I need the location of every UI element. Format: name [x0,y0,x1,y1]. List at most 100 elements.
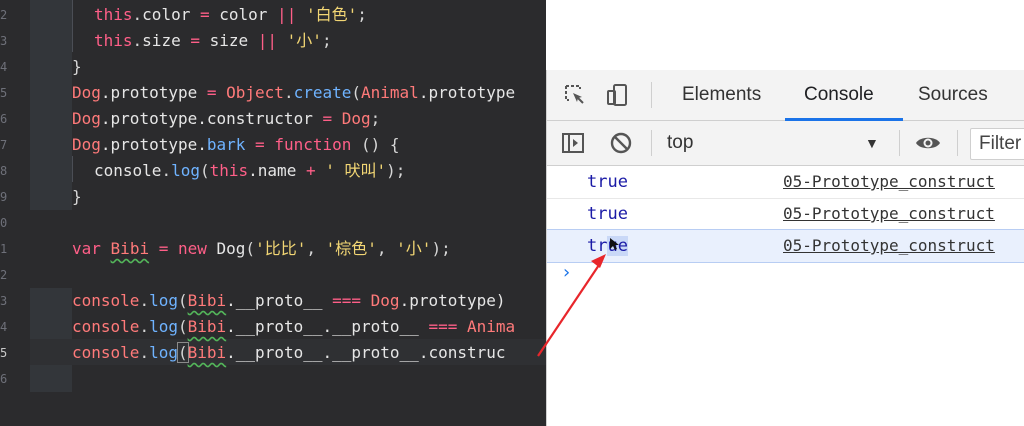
property: .prototype.constructor [100,109,313,128]
property: size [142,31,181,50]
line-number: 6 [0,112,7,126]
code-line: console.log(Bibi.__proto__ === Dog.proto… [72,288,506,314]
function-name: log [171,161,200,180]
punctuation: ; [357,5,367,24]
string-literal: '棕色' [325,239,377,258]
device-toolbar-icon[interactable] [605,83,629,107]
code-line: Dog.prototype.bark = function () { [72,132,400,158]
function-name: bark [206,135,246,154]
tab-console[interactable]: Console [804,70,874,120]
tab-sources[interactable]: Sources [918,70,988,120]
punctuation: . [139,291,150,310]
property: .prototype [418,83,516,102]
operator: = [245,135,275,154]
operator: === [418,317,467,336]
code-line: Dog.prototype.constructor = Dog; [72,106,380,132]
identifier: Bibi [187,291,227,310]
keyword: this [94,31,133,50]
identifier: Object [226,83,284,102]
punctuation: . [139,343,150,362]
devtools-tab-bar: Elements Console Sources [547,70,1024,121]
source-link[interactable]: 05-Prototype_construct [783,198,995,230]
identifier: console [72,317,140,336]
keyword: var [72,239,101,258]
code-line: console.log(Bibi.__proto__.__proto__ ===… [72,314,515,340]
function-name: create [293,83,352,102]
code-line: console.log(this.name + ' 吠叫'); [94,158,405,184]
string-literal: ' 吠叫' [325,161,387,180]
keyword: this [94,5,133,24]
string-literal: '小' [396,239,432,258]
indent-highlight [30,0,72,210]
code-line: this.color = color || '白色'; [94,5,367,24]
line-number: 9 [0,190,7,204]
identifier: Bibi [110,239,150,258]
punctuation: , [376,239,397,258]
line-number: 5 [0,346,7,360]
log-value: true [587,172,628,192]
toolbar-divider [651,82,652,108]
clear-console-icon[interactable] [609,131,633,155]
identifier: console [72,343,140,362]
punctuation: ( [199,161,210,180]
line-number: 6 [0,372,7,386]
operator: = [190,5,220,24]
eye-icon[interactable] [914,131,942,155]
operator: + [296,161,326,180]
line-number: 2 [0,8,7,22]
identifier: Bibi [187,317,227,336]
log-value: true [587,204,628,224]
indent-guide [72,0,73,52]
sidebar-toggle-icon[interactable] [561,131,585,155]
log-value-text: tr [587,236,608,256]
selected-text: ue [607,236,628,256]
line-number: 3 [0,294,7,308]
line-number: 1 [0,242,7,256]
console-message: true 05-Prototype_construct [547,198,1024,231]
punctuation: ( [177,317,188,336]
code-line: this.size = size || '小'; [94,31,332,50]
code-editor[interactable]: 2 3 4 5 6 7 8 9 0 1 2 3 4 5 6 this.color… [0,0,546,426]
source-link[interactable]: 05-Prototype_construct [783,230,995,262]
string-literal: '白色' [305,5,358,24]
code-line: var Bibi = new Dog('比比', '棕色', '小'); [72,236,451,262]
indent-guide [72,156,73,182]
punctuation: ( [245,239,256,258]
line-number: 2 [0,268,7,282]
chevron-down-icon[interactable]: ▼ [865,121,879,165]
punctuation: ( [177,291,188,310]
operator: || [248,31,287,50]
inspect-element-icon[interactable] [563,83,587,107]
punctuation: . [161,161,172,180]
operator: = [197,83,227,102]
console-message: true 05-Prototype_construct [547,229,1024,263]
function-name: log [149,317,178,336]
context-selector[interactable]: top [667,121,693,165]
tab-elements[interactable]: Elements [682,70,761,120]
line-number: 4 [0,320,7,334]
punctuation: ; [370,109,381,128]
toolbar-divider [899,130,900,156]
property: .name [248,161,297,180]
identifier: color [219,5,268,24]
filter-input[interactable]: Filter [970,128,1024,160]
string-literal: '比比' [255,239,307,258]
punctuation: ( [177,342,189,363]
property: .prototype [100,83,198,102]
toolbar-divider [957,130,958,156]
log-value[interactable]: true [587,230,628,262]
property: .prototype) [399,291,506,310]
punctuation: ( [351,83,362,102]
devtools-panel: Elements Console Sources top ▼ Filter tr… [546,70,1024,426]
punctuation: ); [431,239,451,258]
function-name: log [149,291,178,310]
property: .__proto__.__proto__.construc [226,343,506,362]
operator: = [312,109,342,128]
source-link[interactable]: 05-Prototype_construct [783,166,995,198]
identifier: Dog [370,291,400,310]
line-number: 4 [0,60,7,74]
keyword: this [209,161,249,180]
console-prompt-icon[interactable]: › [561,262,572,283]
code-line: } [72,54,82,80]
toolbar-divider [651,130,652,156]
